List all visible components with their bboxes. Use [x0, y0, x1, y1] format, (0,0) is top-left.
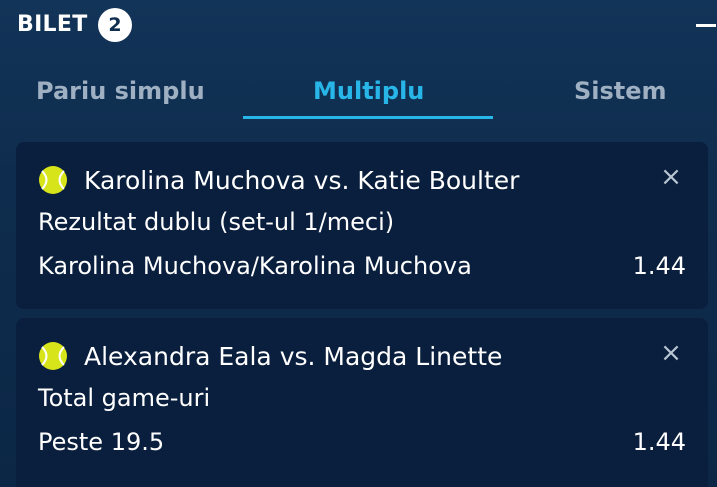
bet-count-badge: 2 [98, 8, 132, 42]
active-tab-indicator [243, 116, 493, 119]
match-name: Alexandra Eala vs. Magda Linette [84, 342, 503, 371]
remove-bet-icon[interactable]: × [660, 164, 682, 190]
remove-bet-icon[interactable]: × [660, 340, 682, 366]
bet-selection-card: Karolina Muchova vs. Katie Boulter × Rez… [16, 142, 708, 309]
tab-pariu-simplu[interactable]: Pariu simplu [36, 74, 205, 108]
bet-type-tabs: Pariu simplu Multiplu Sistem [0, 66, 717, 122]
betslip-panel: BILET 2 Pariu simplu Multiplu Sistem Kar… [0, 0, 717, 487]
tennis-ball-icon [39, 342, 67, 370]
market-name: Total game-uri [38, 384, 211, 412]
match-name: Karolina Muchova vs. Katie Boulter [84, 166, 520, 195]
tennis-ball-icon [39, 166, 67, 194]
market-name: Rezultat dublu (set-ul 1/meci) [38, 208, 395, 236]
tab-sistem[interactable]: Sistem [574, 74, 667, 108]
odds-value: 1.44 [632, 252, 686, 280]
minimize-icon[interactable] [696, 24, 716, 27]
bet-selection-card: Alexandra Eala vs. Magda Linette × Total… [16, 318, 708, 487]
selection-name: Karolina Muchova/Karolina Muchova [38, 252, 472, 280]
betslip-header[interactable]: BILET 2 [0, 0, 717, 52]
betslip-title: BILET [17, 12, 88, 37]
odds-value: 1.44 [632, 428, 686, 456]
selection-name: Peste 19.5 [38, 428, 165, 456]
tab-multiplu[interactable]: Multiplu [313, 74, 424, 108]
